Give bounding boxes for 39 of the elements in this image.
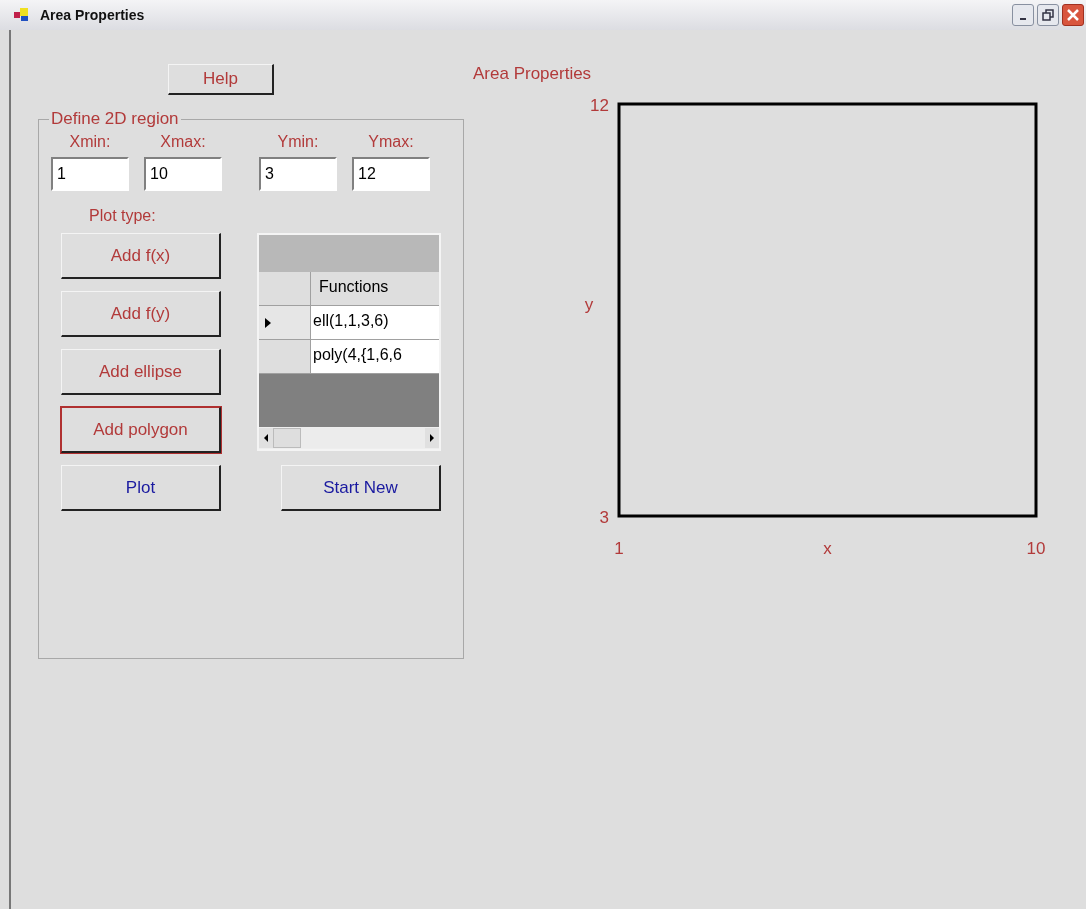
table-cell: ell(1,1,3,6): [311, 306, 439, 339]
help-button[interactable]: Help: [168, 64, 274, 95]
add-button[interactable]: Add f(x): [61, 233, 221, 279]
x-tick-label: 1: [614, 539, 624, 558]
field-label: Ymax:: [368, 133, 414, 151]
horizontal-scrollbar[interactable]: [259, 427, 439, 449]
action-button[interactable]: Start New: [281, 465, 441, 511]
action-button[interactable]: Plot: [61, 465, 221, 511]
input-field[interactable]: 1: [51, 157, 129, 191]
x-axis-label: x: [823, 539, 832, 558]
close-icon: [1067, 9, 1079, 21]
add-button[interactable]: Add ellipse: [61, 349, 221, 395]
input-field[interactable]: 12: [352, 157, 430, 191]
window-title: Area Properties: [40, 7, 145, 23]
row-pointer-icon: [265, 317, 271, 328]
x-tick-label: 10: [1026, 539, 1046, 558]
group-legend: Define 2D region: [49, 109, 181, 129]
field-label: Ymin:: [277, 133, 319, 151]
minimize-icon: [1020, 18, 1026, 20]
plot-title: Area Properties: [472, 64, 593, 84]
close-button[interactable]: [1062, 4, 1084, 26]
field-label: Xmin:: [69, 133, 111, 151]
scroll-thumb[interactable]: [273, 428, 301, 448]
scroll-right-icon[interactable]: [425, 428, 439, 448]
y-tick-label: 3: [599, 508, 609, 527]
minimize-button[interactable]: [1012, 4, 1034, 26]
input-field[interactable]: 3: [259, 157, 337, 191]
y-axis-label: y: [584, 295, 594, 314]
scroll-left-icon[interactable]: [259, 428, 273, 448]
add-button[interactable]: Add polygon: [61, 407, 221, 453]
table-cell: poly(4,{1,6,6: [311, 340, 439, 373]
field-label: Xmax:: [160, 133, 206, 151]
app-icon: [14, 8, 30, 22]
input-field[interactable]: 10: [144, 157, 222, 191]
add-button[interactable]: Add f(y): [61, 291, 221, 337]
y-tick-label: 12: [590, 96, 609, 115]
plot-type-label: Plot type:: [89, 207, 157, 225]
restore-icon: [1042, 9, 1054, 21]
restore-button[interactable]: [1037, 4, 1059, 26]
